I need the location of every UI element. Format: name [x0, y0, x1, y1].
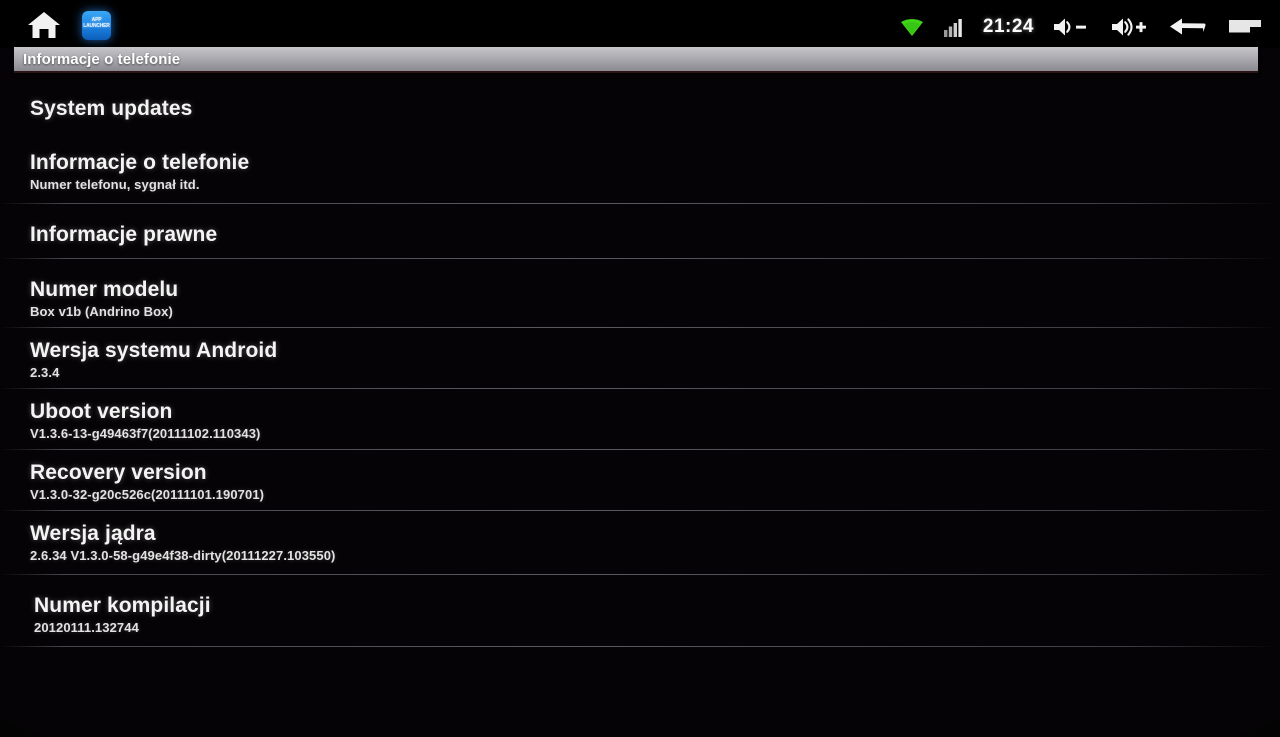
home-icon-glyph [28, 12, 60, 38]
list-item-subtitle: 2.6.34 V1.3.0-58-g49e4f38-dirty(20111227… [30, 548, 336, 563]
list-item-model-number[interactable]: Numer modelu Box v1b (Andrino Box) [0, 277, 1280, 320]
signal-bars-icon[interactable] [943, 17, 965, 37]
list-item-title: Recovery version [30, 461, 207, 484]
list-item-recovery-version[interactable]: Recovery version V1.3.0-32-g20c526c(2011… [0, 460, 1280, 503]
row-gap [0, 442, 1280, 449]
settings-list: System updates Informacje o telefonie Nu… [0, 78, 1280, 647]
status-bar: APP LAUNCHER 21:24 [0, 0, 1280, 48]
app-icon-label: APP LAUNCHER [83, 16, 110, 29]
list-item-subtitle: 20120111.132744 [34, 620, 139, 635]
list-item-system-updates[interactable]: System updates [0, 96, 1280, 122]
row-gap [0, 122, 1280, 150]
list-item-subtitle: 2.3.4 [30, 365, 60, 380]
row-gap [0, 204, 1280, 222]
list-item-subtitle: V1.3.6-13-g49463f7(20111102.110343) [30, 426, 261, 441]
list-top-spacer [0, 78, 1280, 96]
list-item-android-version[interactable]: Wersja systemu Android 2.3.4 [0, 338, 1280, 381]
list-item-phone-info[interactable]: Informacje o telefonie Numer telefonu, s… [0, 150, 1280, 193]
list-item-title: Uboot version [30, 400, 173, 423]
row-gap [0, 503, 1280, 510]
device-screen: APP LAUNCHER 21:24 Informacje o telefoni… [0, 0, 1280, 737]
list-item-subtitle: Numer telefonu, sygnał itd. [30, 177, 200, 192]
row-gap [0, 575, 1280, 593]
row-gap [0, 193, 1280, 203]
list-item-subtitle: Box v1b (Andrino Box) [30, 304, 173, 319]
row-gap [0, 248, 1280, 258]
row-gap [0, 259, 1280, 277]
status-bar-clock: 21:24 [982, 16, 1034, 37]
volume-down-icon[interactable] [1052, 16, 1090, 38]
menu-icon[interactable] [1228, 18, 1262, 36]
row-gap [0, 564, 1280, 574]
list-divider [0, 646, 1280, 647]
screen-title-bar: Informacje o telefonie [14, 47, 1258, 73]
list-item-legal-info[interactable]: Informacje prawne [0, 222, 1280, 248]
row-gap [0, 320, 1280, 327]
list-item-subtitle: V1.3.0-32-g20c526c(20111101.190701) [30, 487, 265, 502]
row-gap [0, 328, 1280, 338]
row-gap [0, 389, 1280, 399]
list-item-title: Informacje o telefonie [30, 151, 250, 174]
row-gap [0, 450, 1280, 460]
list-item-title: Numer modelu [30, 278, 179, 301]
home-icon[interactable] [24, 8, 64, 42]
app-icon[interactable]: APP LAUNCHER [82, 10, 111, 40]
status-bar-right-group: 21:24 [900, 16, 1262, 38]
list-item-title: Wersja systemu Android [30, 339, 278, 362]
back-icon[interactable] [1168, 16, 1208, 38]
wifi-icon[interactable] [900, 17, 924, 37]
list-item-title: Numer kompilacji [34, 594, 211, 617]
list-item-uboot-version[interactable]: Uboot version V1.3.6-13-g49463f7(2011110… [0, 399, 1280, 442]
list-item-kernel-version[interactable]: Wersja jądra 2.6.34 V1.3.0-58-g49e4f38-d… [0, 521, 1280, 564]
list-item-build-number[interactable]: Numer kompilacji 20120111.132744 [0, 593, 1280, 636]
page-title: Informacje o telefonie [23, 50, 181, 68]
list-item-title: Wersja jądra [30, 522, 156, 545]
row-gap [0, 636, 1280, 646]
status-bar-left-group: APP LAUNCHER [24, 8, 111, 42]
row-gap [0, 381, 1280, 388]
list-item-title: System updates [30, 97, 193, 120]
list-item-title: Informacje prawne [30, 223, 218, 246]
volume-up-icon[interactable] [1110, 16, 1148, 38]
row-gap [0, 511, 1280, 521]
